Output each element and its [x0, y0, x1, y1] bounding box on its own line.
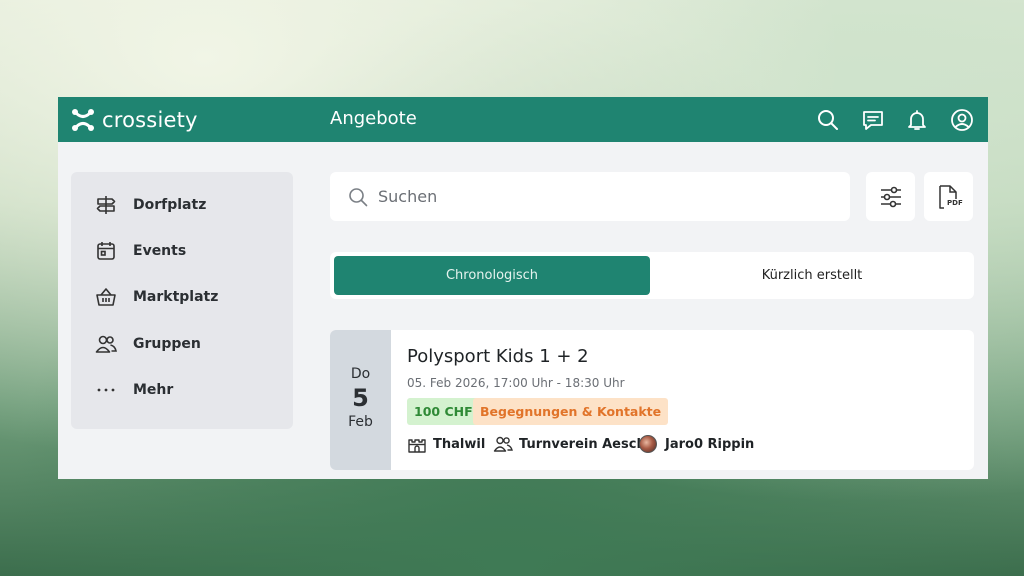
sidebar-item-label: Events: [133, 243, 187, 259]
event-month: Feb: [348, 414, 373, 430]
event-author: Jaro0 Rippin: [639, 433, 754, 455]
sidebar-item-label: Dorfplatz: [133, 197, 207, 213]
tab-kuerzlich-erstellt[interactable]: Kürzlich erstellt: [654, 256, 970, 295]
pdf-label: PDF: [947, 199, 963, 207]
event-title: Polysport Kids 1 + 2: [407, 346, 589, 367]
tab-chronologisch[interactable]: Chronologisch: [334, 256, 650, 295]
author-label: Jaro0 Rippin: [665, 436, 755, 452]
group-icon: [95, 333, 117, 355]
sidebar-item-marktplatz[interactable]: Marktplatz: [95, 283, 218, 311]
filter-button[interactable]: [866, 172, 915, 221]
crossiety-logo-icon: [72, 109, 94, 131]
sidebar-item-label: Marktplatz: [133, 289, 219, 305]
event-weekday: Do: [350, 366, 371, 382]
filter-sliders-icon: [880, 186, 901, 207]
category-badge: Begegnungen & Kontakte: [473, 398, 669, 425]
sidebar-item-label: Gruppen: [133, 336, 201, 352]
page-title: Angebote: [330, 108, 417, 129]
sidebar: Dorfplatz Events Marktplatz Gruppen Mehr: [71, 172, 293, 429]
event-card[interactable]: Do 5 Feb Polysport Kids 1 + 2 05. Feb 20…: [330, 330, 974, 470]
event-date: Do 5 Feb: [330, 330, 391, 470]
user-icon[interactable]: [948, 106, 976, 134]
group-label: Turnverein Aesch: [519, 436, 646, 452]
top-bar: crossiety Angebote: [58, 97, 988, 142]
bell-icon[interactable]: [903, 106, 931, 134]
event-group: Turnverein Aesch: [493, 433, 646, 455]
sidebar-item-events[interactable]: Events: [95, 237, 186, 265]
logo-text: crossiety: [102, 108, 198, 132]
group-icon: [493, 436, 513, 452]
price-badge: 100 CHF: [407, 398, 480, 425]
chat-icon[interactable]: [859, 106, 887, 134]
sidebar-item-label: Mehr: [133, 382, 174, 398]
signpost-icon: [95, 194, 117, 216]
calendar-icon: [95, 240, 117, 262]
search-icon: [349, 187, 368, 206]
event-time: 05. Feb 2026, 17:00 Uhr - 18:30 Uhr: [407, 376, 625, 390]
basket-icon: [95, 286, 117, 308]
sort-tabs: Chronologisch Kürzlich erstellt: [330, 252, 974, 299]
sidebar-item-mehr[interactable]: Mehr: [95, 376, 173, 404]
event-location: Thalwil: [407, 433, 485, 455]
sidebar-item-dorfplatz[interactable]: Dorfplatz: [95, 191, 206, 219]
castle-icon: [408, 439, 426, 453]
avatar: [639, 435, 657, 453]
search-bar: [330, 172, 850, 221]
search-input[interactable]: [378, 187, 838, 206]
event-day: 5: [352, 384, 369, 412]
location-label: Thalwil: [433, 436, 486, 452]
app-window: crossiety Angebote Dorfplatz Events Mark…: [58, 97, 988, 479]
search-icon[interactable]: [814, 106, 842, 134]
logo[interactable]: crossiety: [70, 106, 198, 134]
sidebar-item-gruppen[interactable]: Gruppen: [95, 330, 201, 358]
more-icon: [95, 379, 117, 401]
pdf-export-button[interactable]: PDF: [924, 172, 973, 221]
